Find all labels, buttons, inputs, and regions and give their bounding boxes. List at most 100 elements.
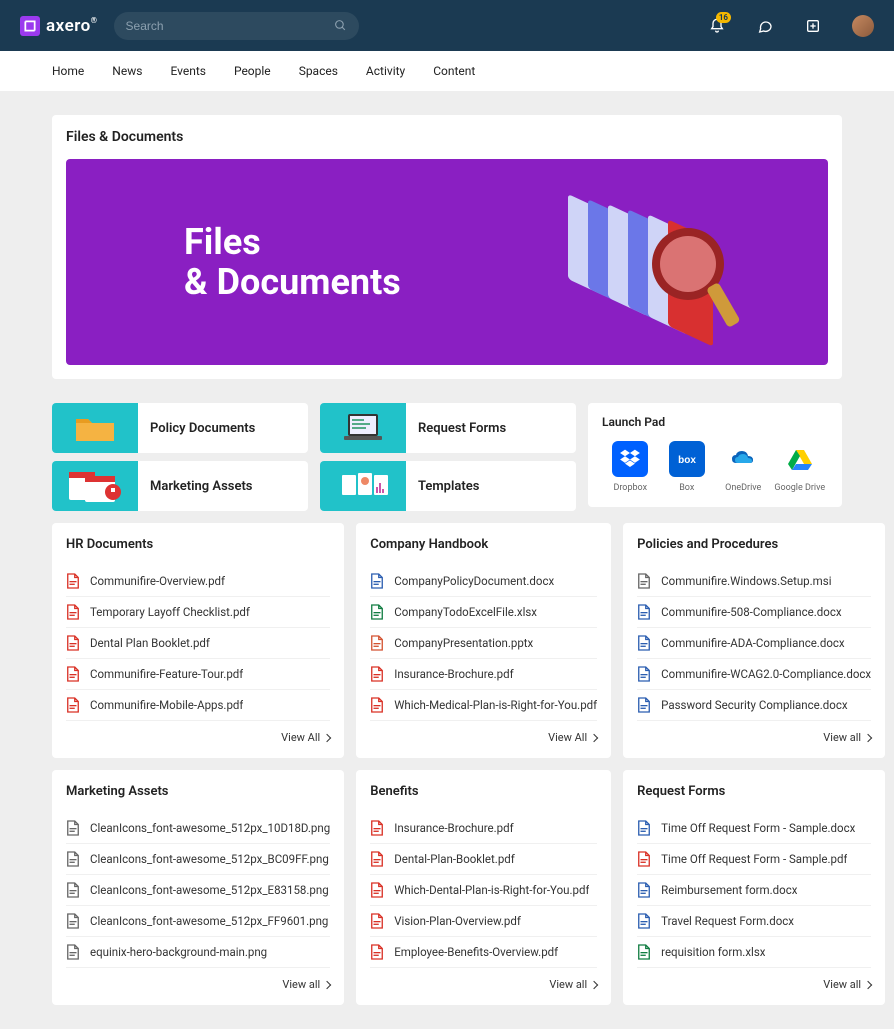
pdf-file-icon	[66, 697, 80, 713]
doc-item[interactable]: Insurance-Brochure.pdf	[370, 813, 597, 844]
nav-events[interactable]: Events	[170, 64, 206, 78]
doc-item[interactable]: Which-Dental-Plan-is-Right-for-You.pdf	[370, 875, 597, 906]
doc-item[interactable]: CleanIcons_font-awesome_512px_E83158.png	[66, 875, 330, 906]
nav-news[interactable]: News	[112, 64, 142, 78]
doc-name: CleanIcons_font-awesome_512px_FF9601.png	[90, 914, 328, 928]
doc-item[interactable]: Insurance-Brochure.pdf	[370, 659, 597, 690]
doc-item[interactable]: Which-Medical-Plan-is-Right-for-You.pdf	[370, 690, 597, 721]
app-label: OneDrive	[725, 483, 761, 493]
docx-file-icon	[637, 697, 651, 713]
view-all-link[interactable]: View All	[370, 731, 597, 744]
doc-name: Which-Medical-Plan-is-Right-for-You.pdf	[394, 698, 597, 712]
doc-name: CleanIcons_font-awesome_512px_E83158.png	[90, 883, 329, 897]
doc-item[interactable]: Communifire-Mobile-Apps.pdf	[66, 690, 330, 721]
page-title: Files & Documents	[66, 129, 828, 145]
doc-item[interactable]: Communifire-508-Compliance.docx	[637, 597, 871, 628]
svg-text:box: box	[678, 455, 696, 466]
hero-line-1: Files	[184, 222, 401, 262]
launchpad-app-google-drive[interactable]: Google Drive	[772, 441, 829, 493]
doc-item[interactable]: Communifire-WCAG2.0-Compliance.docx	[637, 659, 871, 690]
view-all-link[interactable]: View all	[66, 978, 330, 991]
navbar: Home News Events People Spaces Activity …	[0, 51, 894, 91]
doc-item[interactable]: CompanyTodoExcelFile.xlsx	[370, 597, 597, 628]
search-bar[interactable]	[114, 12, 359, 40]
notifications-button[interactable]: 16	[708, 17, 726, 35]
doc-section-card: BenefitsInsurance-Brochure.pdfDental-Pla…	[356, 770, 611, 1005]
view-all-link[interactable]: View all	[637, 978, 871, 991]
search-input[interactable]	[126, 19, 326, 33]
pdf-file-icon	[370, 697, 384, 713]
chevron-right-icon	[323, 733, 331, 741]
doc-name: Time Off Request Form - Sample.docx	[661, 821, 855, 835]
doc-name: Communifire-508-Compliance.docx	[661, 605, 841, 619]
doc-section-card: Marketing AssetsCleanIcons_font-awesome_…	[52, 770, 344, 1005]
brand-logo[interactable]: axero®	[20, 16, 98, 36]
view-all-link[interactable]: View all	[637, 731, 871, 744]
category-marketing-assets[interactable]: Marketing Assets	[52, 461, 308, 511]
doc-item[interactable]: Communifire-Feature-Tour.pdf	[66, 659, 330, 690]
pdf-file-icon	[637, 851, 651, 867]
doc-name: CleanIcons_font-awesome_512px_10D18D.png	[90, 821, 330, 835]
doc-item[interactable]: Dental Plan Booklet.pdf	[66, 628, 330, 659]
laptop-icon	[320, 403, 406, 453]
doc-section-title: Company Handbook	[370, 537, 597, 552]
nav-activity[interactable]: Activity	[366, 64, 405, 78]
doc-name: CleanIcons_font-awesome_512px_BC09FF.png	[90, 852, 329, 866]
doc-item[interactable]: Password Security Compliance.docx	[637, 690, 871, 721]
pdf-file-icon	[370, 666, 384, 682]
doc-item[interactable]: Employee-Benefits-Overview.pdf	[370, 937, 597, 968]
pdf-file-icon	[370, 882, 384, 898]
doc-item[interactable]: Travel Request Form.docx	[637, 906, 871, 937]
doc-item[interactable]: CompanyPresentation.pptx	[370, 628, 597, 659]
doc-name: CompanyPresentation.pptx	[394, 636, 533, 650]
doc-item[interactable]: CompanyPolicyDocument.docx	[370, 566, 597, 597]
doc-item[interactable]: Communifire-Overview.pdf	[66, 566, 330, 597]
doc-item[interactable]: Communifire-ADA-Compliance.docx	[637, 628, 871, 659]
user-avatar[interactable]	[852, 15, 874, 37]
nav-home[interactable]: Home	[52, 64, 84, 78]
doc-name: Travel Request Form.docx	[661, 914, 794, 928]
dropbox-icon	[612, 441, 648, 477]
view-all-link[interactable]: View All	[66, 731, 330, 744]
category-policy-documents[interactable]: Policy Documents	[52, 403, 308, 453]
brand-text: axero®	[46, 16, 98, 36]
doc-section-card: Request FormsTime Off Request Form - Sam…	[623, 770, 885, 1005]
docx-file-icon	[637, 604, 651, 620]
launchpad-app-box[interactable]: box Box	[659, 441, 716, 493]
doc-item[interactable]: Temporary Layoff Checklist.pdf	[66, 597, 330, 628]
add-button[interactable]	[804, 17, 822, 35]
pptx-file-icon	[370, 635, 384, 651]
doc-item[interactable]: Reimbursement form.docx	[637, 875, 871, 906]
chevron-right-icon	[323, 980, 331, 988]
category-templates[interactable]: Templates	[320, 461, 576, 511]
doc-item[interactable]: equinix-hero-background-main.png	[66, 937, 330, 968]
nav-people[interactable]: People	[234, 64, 271, 78]
nav-content[interactable]: Content	[433, 64, 475, 78]
doc-item[interactable]: requisition form.xlsx	[637, 937, 871, 968]
pdf-file-icon	[370, 820, 384, 836]
pdf-file-icon	[370, 851, 384, 867]
doc-item[interactable]: CleanIcons_font-awesome_512px_10D18D.png	[66, 813, 330, 844]
png-file-icon	[66, 944, 80, 960]
doc-item[interactable]: Communifire.Windows.Setup.msi	[637, 566, 871, 597]
doc-item[interactable]: Dental-Plan-Booklet.pdf	[370, 844, 597, 875]
chat-button[interactable]	[756, 17, 774, 35]
doc-item[interactable]: Time Off Request Form - Sample.pdf	[637, 844, 871, 875]
nav-spaces[interactable]: Spaces	[299, 64, 338, 78]
launchpad-card: Launch Pad Dropbox box Box	[588, 403, 842, 507]
doc-item[interactable]: CleanIcons_font-awesome_512px_BC09FF.png	[66, 844, 330, 875]
category-label: Marketing Assets	[138, 479, 253, 494]
view-all-link[interactable]: View all	[370, 978, 597, 991]
launchpad-app-dropbox[interactable]: Dropbox	[602, 441, 659, 493]
category-request-forms[interactable]: Request Forms	[320, 403, 576, 453]
app-label: Box	[679, 483, 694, 493]
doc-item[interactable]: CleanIcons_font-awesome_512px_FF9601.png	[66, 906, 330, 937]
doc-item[interactable]: Time Off Request Form - Sample.docx	[637, 813, 871, 844]
launchpad-app-onedrive[interactable]: OneDrive	[715, 441, 772, 493]
chevron-right-icon	[864, 980, 872, 988]
doc-name: equinix-hero-background-main.png	[90, 945, 267, 959]
doc-name: Dental Plan Booklet.pdf	[90, 636, 210, 650]
xlsx-file-icon	[637, 944, 651, 960]
hero-banner: Files & Documents	[66, 159, 828, 365]
doc-item[interactable]: Vision-Plan-Overview.pdf	[370, 906, 597, 937]
